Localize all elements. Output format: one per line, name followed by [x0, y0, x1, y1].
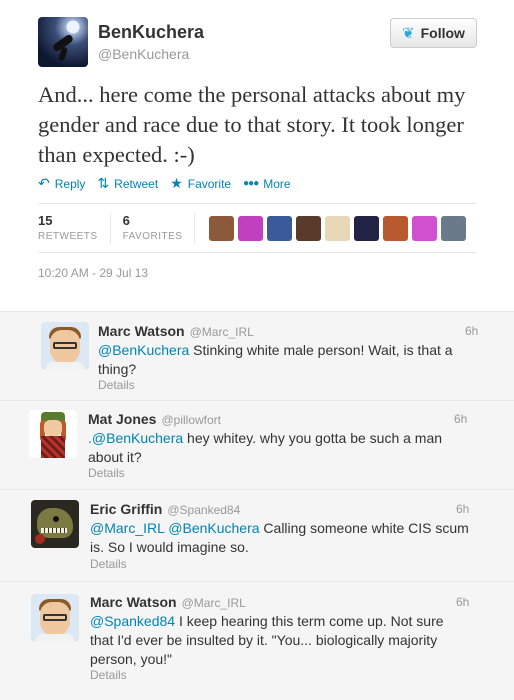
reply-item[interactable]: Mat Jones @pillowfort 6h .@BenKuchera hey…	[0, 400, 514, 489]
retweets-stat[interactable]: 15 RETWEETS	[38, 212, 111, 244]
avatar[interactable]	[31, 594, 79, 642]
favoriter-avatar[interactable]	[383, 215, 409, 241]
avatar-body	[41, 436, 65, 458]
reply-mention[interactable]: @BenKuchera	[98, 342, 189, 358]
reply-author-name: Marc Watson	[90, 594, 177, 610]
reply-item[interactable]: Eric Griffin @Spanked84 6h @Marc_IRL @Ben…	[0, 489, 514, 581]
avatar[interactable]	[41, 322, 89, 370]
reply-mention[interactable]: @Marc_IRL @BenKuchera	[90, 520, 260, 536]
star-icon: ★	[170, 175, 183, 191]
reply-details-link[interactable]: Details	[90, 557, 127, 571]
avatar[interactable]	[38, 17, 88, 67]
twitter-bird-icon: ❦	[402, 25, 415, 42]
replies-list: Marc Watson @Marc_IRL 6h @BenKuchera Stin…	[0, 311, 514, 700]
avatar-accent	[35, 534, 45, 544]
reply-author-handle: @pillowfort	[161, 413, 221, 427]
retweets-count: 15	[38, 212, 53, 228]
reply-author-name: Eric Griffin	[90, 501, 163, 517]
reply-details-link[interactable]: Details	[98, 378, 135, 392]
reply-time[interactable]: 6h	[454, 412, 467, 426]
favoriter-avatar[interactable]	[412, 215, 438, 241]
more-label: More	[263, 176, 291, 191]
avatar[interactable]	[31, 500, 79, 548]
reply-time[interactable]: 6h	[465, 324, 478, 338]
reply-label: Reply	[54, 176, 86, 191]
favoriter-avatar[interactable]	[296, 215, 322, 241]
favoriter-avatar[interactable]	[354, 215, 380, 241]
reply-time[interactable]: 6h	[456, 502, 469, 516]
favorite-label: Favorite	[187, 176, 232, 191]
reply-author-handle: @Spanked84	[167, 503, 241, 517]
favoriter-avatar[interactable]	[325, 215, 351, 241]
reply-text: @Marc_IRL @BenKuchera Calling someone wh…	[90, 519, 470, 557]
reply-text: @Spanked84 I keep hearing this term come…	[90, 612, 470, 669]
favoriter-avatar[interactable]	[238, 215, 264, 241]
favorites-label: FAVORITES	[122, 230, 183, 242]
avatar-shirt	[35, 634, 75, 642]
reply-author-handle: @Marc_IRL	[181, 596, 246, 610]
reply-text: .@BenKuchera hey whitey. why you gotta b…	[88, 429, 468, 467]
favorites-count: 6	[122, 212, 130, 228]
favorite-button[interactable]: ★ Favorite	[170, 175, 231, 192]
reply-author[interactable]: Marc Watson @Marc_IRL	[98, 323, 254, 339]
tweet-stats: 15 RETWEETS 6 FAVORITES	[38, 203, 476, 253]
reply-details-link[interactable]: Details	[88, 466, 125, 480]
avatar-glasses	[53, 342, 77, 349]
avatar-glasses	[43, 614, 67, 621]
avatar[interactable]	[29, 410, 77, 458]
reply-details-link[interactable]: Details	[90, 668, 127, 682]
avatar-shirt	[45, 362, 85, 370]
more-dots-icon: ●●●	[243, 178, 259, 189]
reply-arrow-icon: ↶	[38, 175, 50, 191]
reply-author-name: Mat Jones	[88, 411, 157, 427]
reply-item[interactable]: Marc Watson @Marc_IRL 6h @Spanked84 I kee…	[0, 581, 514, 700]
follow-button[interactable]: ❦ Follow	[390, 18, 477, 48]
reply-item[interactable]: Marc Watson @Marc_IRL 6h @BenKuchera Stin…	[0, 311, 514, 400]
favorites-stat[interactable]: 6 FAVORITES	[122, 212, 196, 244]
follow-label: Follow	[420, 25, 465, 41]
reply-time[interactable]: 6h	[456, 595, 469, 609]
main-tweet: BenKuchera @BenKuchera ❦ Follow And... h…	[0, 0, 514, 311]
tweet-actions: ↶ Reply ⇅ Retweet ★ Favorite ●●● More	[38, 175, 291, 192]
avatar-head	[37, 508, 73, 538]
reply-author-name: Marc Watson	[98, 323, 185, 339]
reply-mention[interactable]: @Spanked84	[90, 613, 175, 629]
retweets-label: RETWEETS	[38, 230, 98, 242]
reply-text: @BenKuchera Stinking white male person! …	[98, 341, 478, 379]
avatar-eye	[53, 516, 59, 522]
reply-author-handle: @Marc_IRL	[189, 325, 254, 339]
author-handle[interactable]: @BenKuchera	[98, 46, 189, 62]
tweet-timestamp[interactable]: 10:20 AM - 29 Jul 13	[38, 266, 148, 280]
reply-author[interactable]: Eric Griffin @Spanked84	[90, 501, 240, 517]
favoriter-avatars	[209, 215, 467, 241]
favoriter-avatar[interactable]	[267, 215, 293, 241]
retweet-icon: ⇅	[97, 175, 110, 191]
retweet-label: Retweet	[114, 176, 159, 191]
reply-author[interactable]: Mat Jones @pillowfort	[88, 411, 221, 427]
avatar-face	[44, 420, 62, 436]
reply-author[interactable]: Marc Watson @Marc_IRL	[90, 594, 246, 610]
reply-button[interactable]: ↶ Reply	[38, 175, 85, 192]
tweet-text: And... here come the personal attacks ab…	[38, 82, 466, 167]
more-button[interactable]: ●●● More	[243, 175, 290, 192]
avatar-teeth	[41, 528, 67, 533]
retweet-button[interactable]: ⇅ Retweet	[97, 175, 158, 192]
reply-mention[interactable]: .@BenKuchera	[88, 430, 183, 446]
author-name[interactable]: BenKuchera	[98, 22, 204, 43]
favoriter-avatar[interactable]	[209, 215, 235, 241]
favoriter-avatar[interactable]	[441, 215, 467, 241]
